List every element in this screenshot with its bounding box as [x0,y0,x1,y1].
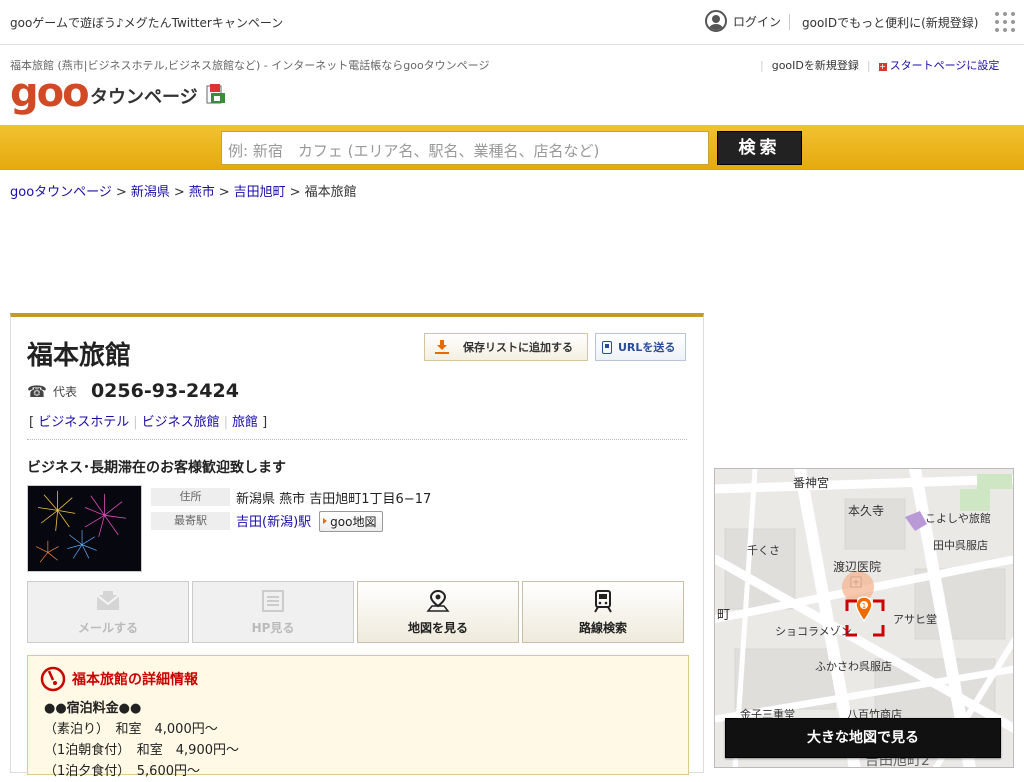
map-panel[interactable]: 1 番神宮 本久寺 こよしや旅館 田中呉服店 千くさ 渡辺医院 アサヒ堂 ショコ… [714,468,1014,768]
map-label: アサヒ堂 [893,613,937,626]
detail-section: 福本旅館の詳細情報 ●●宿泊料金●● （素泊り） 和室 4,000円～ （1泊朝… [27,655,689,779]
breadcrumb-link[interactable]: gooタウンページ [10,185,112,200]
save-list-button[interactable]: 保存リストに追加する [424,333,588,361]
breadcrumb: gooタウンページ > 新潟県 > 燕市 > 吉田旭町 > 福本旅館 [10,185,357,200]
map-label: 番神宮 [793,475,829,490]
login-label: ログイン [733,14,782,29]
detail-line: ●●宿泊料金●● [44,701,142,716]
station-link[interactable]: 吉田(新潟)駅 [236,515,311,530]
category-link[interactable]: 旅館 [232,415,258,430]
mail-icon [96,590,120,610]
map-label: 千くさ [747,544,780,557]
station-row: 最寄駅 吉田(新潟)駅 goo地図 [151,509,431,533]
map-label: ショコラメゾン [775,625,852,638]
view-map-button[interactable]: 地図を見る [357,581,519,643]
detail-header: 福本旅館の詳細情報 [40,666,198,692]
address-row: 住所 新潟県 燕市 吉田旭町1丁目6−17 [151,485,431,509]
phone-number: 0256-93-2424 [90,380,239,402]
login-button[interactable]: ログイン [705,10,781,32]
category-list: [ ビジネスホテル | ビジネス旅館 | 旅館 ] [29,415,268,430]
telephone-icon: ☎ [27,381,47,401]
listing-title: 福本旅館 [27,341,132,371]
map-pin-label: 1 [862,602,866,610]
category-link[interactable]: ビジネスホテル [38,415,129,430]
action-buttons: メールする HP見る 地図を見る 路線検索 [27,581,684,643]
campaign-link[interactable]: gooゲームで遊ぼう♪メグたんTwitterキャンペーン [10,14,283,31]
breadcrumb-link[interactable]: 燕市 [189,185,215,200]
map-label: 渡辺医院 [833,559,881,574]
phone-row: ☎ 代表 0256-93-2424 [27,380,239,402]
detail-line: （1泊夕食付） 5,600円～ [44,764,200,779]
address-value: 新潟県 燕市 吉田旭町1丁目6−17 [236,491,432,507]
breadcrumb-link[interactable]: 吉田旭町 [234,185,286,200]
mobile-icon [602,340,612,354]
station-label: 最寄駅 [151,512,230,530]
catchphrase: ビジネス･長期滞在のお客様歓迎致します [27,460,286,476]
homepage-button: HP見る [192,581,354,643]
divider [27,439,687,440]
fireworks-photo[interactable] [27,485,142,572]
route-search-button[interactable]: 路線検索 [522,581,684,643]
map-label: 町 [717,608,730,623]
send-url-button[interactable]: URLを送る [595,333,686,361]
goo-map-button[interactable]: goo地図 [319,510,384,532]
map-pin-icon [426,589,450,612]
plus-icon: + [878,62,887,71]
download-icon [435,340,449,354]
top-bar: gooゲームで遊ぼう♪メグたんTwitterキャンペーン ログイン gooIDで… [0,0,1024,45]
clock-logo-icon [40,666,66,692]
apps-grid-icon[interactable] [995,12,1015,32]
detail-line: （1泊朝食付） 和室 4,900円～ [44,743,239,758]
goo-logo[interactable]: goo [10,73,90,113]
header-links: | gooIDを新規登録 | + スタートページに設定 [760,57,1000,73]
map-label: 本久寺 [848,504,884,518]
category-link[interactable]: ビジネス旅館 [142,415,220,430]
search-button[interactable]: 検索 [717,131,802,165]
register-link[interactable]: gooIDでもっと便利に(新規登録) [802,14,978,31]
train-icon [594,589,612,613]
user-icon [705,10,727,32]
document-icon [262,589,284,612]
map-label: こよしや旅館 [925,511,991,525]
search-band: 例: 新宿 カフェ (エリア名、駅名、業種名、店名など) 検索 [0,125,1024,170]
mail-button: メールする [27,581,189,643]
detail-title: 福本旅館の詳細情報 [72,672,198,688]
townpage-book-icon [206,84,225,104]
breadcrumb-link[interactable]: 新潟県 [131,185,170,200]
map-label: 田中呉服店 [933,538,988,552]
start-page-link[interactable]: スタートページに設定 [890,59,1000,72]
address-label: 住所 [151,488,230,506]
listing-card: 福本旅館 保存リストに追加する URLを送る ☎ 代表 0256-93-2424… [10,313,704,779]
breadcrumb-current: 福本旅館 [304,185,357,200]
info-table: 住所 新潟県 燕市 吉田旭町1丁目6−17 最寄駅 吉田(新潟)駅 goo地図 [151,485,431,533]
detail-body: ●●宿泊料金●● （素泊り） 和室 4,000円～ （1泊朝食付） 和室 4,9… [44,698,239,782]
townpage-logo-text[interactable]: タウンページ [90,83,198,109]
divider [789,14,790,30]
goo-id-register-link[interactable]: gooIDを新規登録 [772,57,859,73]
large-map-button[interactable]: 大きな地図で見る [725,718,1001,758]
map-label: ふかさわ呉服店 [815,659,892,673]
detail-line: （素泊り） 和室 4,000円～ [44,722,218,737]
phone-label: 代表 [52,384,77,399]
search-input[interactable]: 例: 新宿 カフェ (エリア名、駅名、業種名、店名など) [221,131,709,165]
